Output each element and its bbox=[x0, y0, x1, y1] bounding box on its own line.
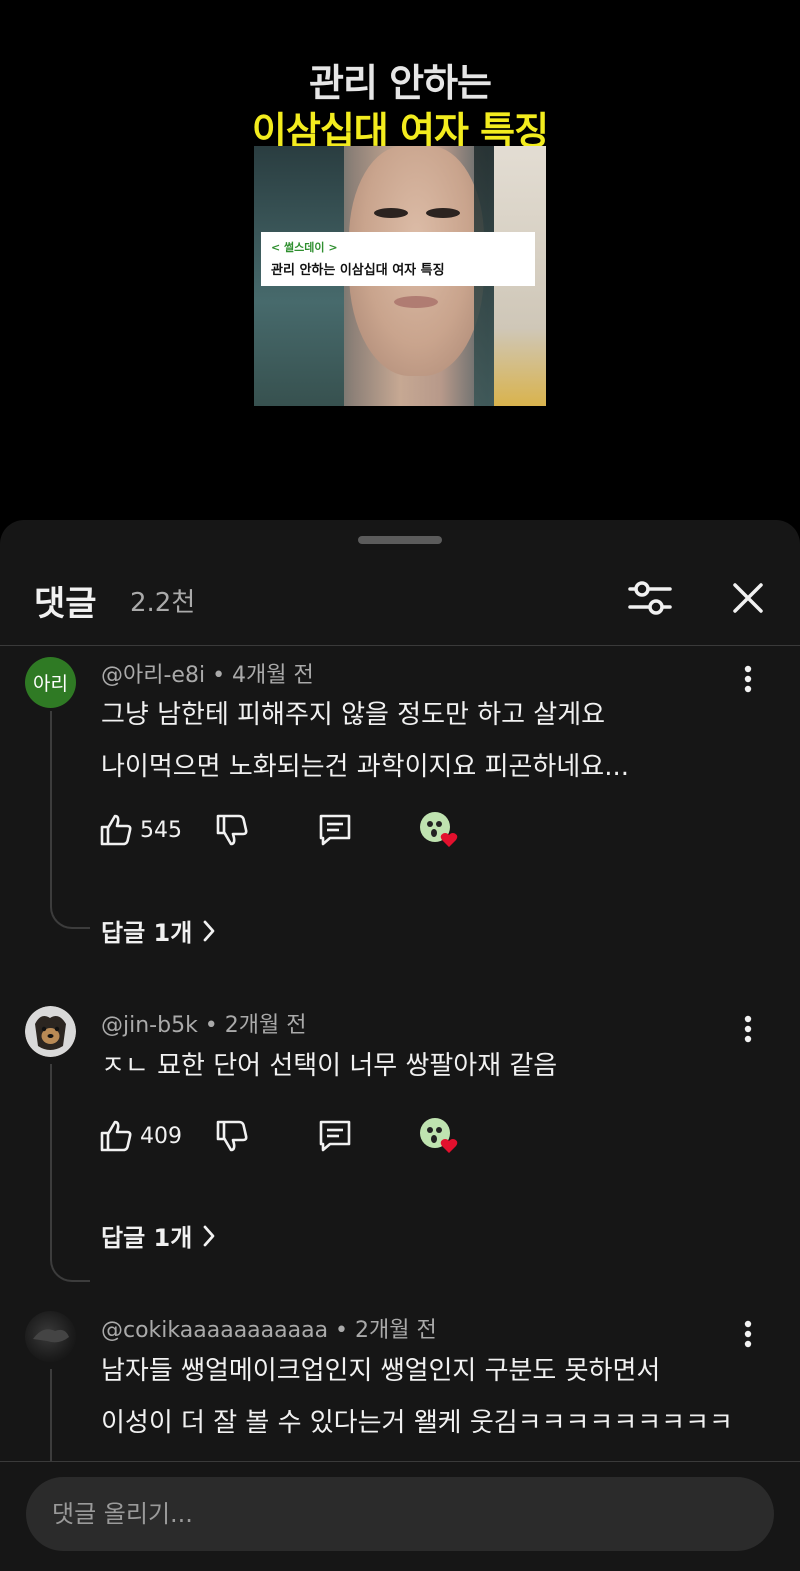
comments-title: 댓글 bbox=[34, 584, 97, 624]
creator-heart-badge bbox=[418, 810, 462, 850]
comment-text-line: 남자들 쌩얼메이크업인지 쌩얼인지 구분도 못하면서 bbox=[101, 1356, 661, 1386]
comments-sheet: 댓글 2.2천 아리 @아리-e8i • 4개월 전 그냥 남한테 피해주지 않… bbox=[0, 520, 800, 1571]
thumbs-up-icon bbox=[100, 814, 132, 846]
more-vert-icon bbox=[744, 665, 752, 693]
dislike-button[interactable] bbox=[214, 1118, 250, 1154]
comment-text-line: 그냥 남한테 피해주지 않을 정도만 하고 살게요 bbox=[101, 700, 606, 730]
more-options-button[interactable] bbox=[730, 1011, 766, 1047]
thumbnail-title-line1: 관리 안하는 bbox=[308, 61, 492, 105]
dark-avatar-icon bbox=[33, 1329, 69, 1343]
view-replies-button[interactable]: 답글 1개 bbox=[101, 1218, 216, 1253]
creator-heart-badge bbox=[418, 1116, 462, 1156]
comment-author[interactable]: @아리-e8i bbox=[101, 663, 205, 688]
creator-avatar-heart-icon bbox=[420, 1118, 458, 1153]
comments-header: 댓글 2.2천 bbox=[0, 550, 800, 646]
like-button[interactable]: 545 bbox=[98, 812, 200, 848]
comment-text-line: 나이먹으면 노화되는건 과학이지요 피곤하네요... bbox=[101, 752, 629, 782]
comment-author[interactable]: @jin-b5k bbox=[101, 1013, 198, 1038]
drag-handle[interactable] bbox=[358, 536, 442, 544]
comment-time: 2개월 전 bbox=[224, 1013, 307, 1038]
comment-actions: 545 bbox=[98, 808, 462, 852]
like-count: 545 bbox=[140, 817, 182, 843]
thread-curve bbox=[50, 1258, 90, 1282]
caption-title: 관리 안하는 이삼십대 여자 특징 bbox=[271, 263, 445, 278]
thread-line bbox=[50, 1369, 52, 1461]
comment-input-bar bbox=[0, 1461, 800, 1571]
comment-item: 아리 @아리-e8i • 4개월 전 그냥 남한테 피해주지 않을 정도만 하고… bbox=[0, 647, 800, 952]
avatar[interactable] bbox=[25, 1006, 76, 1057]
caption-channel: < 썰스데이 > bbox=[271, 241, 338, 254]
sort-filter-button[interactable] bbox=[624, 572, 676, 624]
comment-text-line: ㅈㄴ 묘한 단어 선택이 너무 쌍팔아재 같음 bbox=[101, 1051, 558, 1081]
tune-icon bbox=[628, 581, 672, 615]
thread-curve bbox=[50, 905, 90, 929]
avatar[interactable] bbox=[25, 1311, 76, 1362]
chevron-right-icon bbox=[203, 920, 215, 941]
comment-time: 2개월 전 bbox=[355, 1318, 437, 1343]
thumbs-up-icon bbox=[100, 1120, 132, 1152]
thumbs-down-icon bbox=[216, 1120, 248, 1152]
more-vert-icon bbox=[744, 1015, 752, 1043]
comment-meta: @jin-b5k • 2개월 전 bbox=[101, 1013, 307, 1038]
avatar[interactable]: 아리 bbox=[25, 657, 76, 708]
more-options-button[interactable] bbox=[730, 661, 766, 697]
comment-text-line: 이성이 더 잘 볼 수 있다는거 왤케 웃김ㅋㅋㅋㅋㅋㅋㅋㅋㅋ bbox=[101, 1408, 733, 1438]
comments-count: 2.2천 bbox=[130, 588, 196, 618]
chevron-right-icon bbox=[203, 1225, 215, 1246]
video-player[interactable]: 관리 안하는 이삼십대 여자 특징 < 썰스데이 > 관리 안하는 이삼십대 여… bbox=[0, 0, 800, 520]
dislike-button[interactable] bbox=[214, 812, 250, 848]
close-button[interactable] bbox=[722, 572, 774, 624]
creator-avatar-heart-icon bbox=[420, 812, 458, 847]
comment-input[interactable] bbox=[26, 1477, 774, 1551]
replies-label: 답글 1개 bbox=[101, 1224, 193, 1252]
like-button[interactable]: 409 bbox=[98, 1118, 200, 1154]
comment-list[interactable]: 아리 @아리-e8i • 4개월 전 그냥 남한테 피해주지 않을 정도만 하고… bbox=[0, 647, 800, 1461]
thread-line bbox=[50, 1064, 52, 1260]
comment-icon bbox=[319, 1120, 351, 1152]
view-replies-button[interactable]: 답글 1개 bbox=[101, 913, 216, 948]
comment-item: @jin-b5k • 2개월 전 ㅈㄴ 묘한 단어 선택이 너무 쌍팔아재 같음… bbox=[0, 1002, 800, 1307]
comment-item: @cokikaaaaaaaaaaa • 2개월 전 남자들 쌩얼메이크업인지 쌩… bbox=[0, 1307, 800, 1461]
comment-meta: @cokikaaaaaaaaaaa • 2개월 전 bbox=[101, 1318, 437, 1343]
comment-time: 4개월 전 bbox=[232, 663, 314, 688]
thread-line bbox=[50, 711, 52, 907]
more-vert-icon bbox=[744, 1320, 752, 1348]
comment-actions: 409 bbox=[98, 1114, 462, 1158]
comment-meta: @아리-e8i • 4개월 전 bbox=[101, 663, 314, 688]
close-icon bbox=[733, 583, 763, 613]
more-options-button[interactable] bbox=[730, 1316, 766, 1352]
reply-button[interactable] bbox=[316, 1117, 354, 1155]
replies-label: 답글 1개 bbox=[101, 919, 193, 947]
thumbs-down-icon bbox=[216, 814, 248, 846]
dog-avatar-icon bbox=[25, 1006, 76, 1057]
comment-icon bbox=[319, 814, 351, 846]
thumbnail-caption: < 썰스데이 > 관리 안하는 이삼십대 여자 특징 bbox=[261, 232, 535, 286]
like-count: 409 bbox=[140, 1123, 182, 1149]
comment-text-line: ㅋ bbox=[101, 1449, 125, 1461]
comment-author[interactable]: @cokikaaaaaaaaaaa bbox=[101, 1318, 328, 1343]
reply-button[interactable] bbox=[316, 811, 354, 849]
